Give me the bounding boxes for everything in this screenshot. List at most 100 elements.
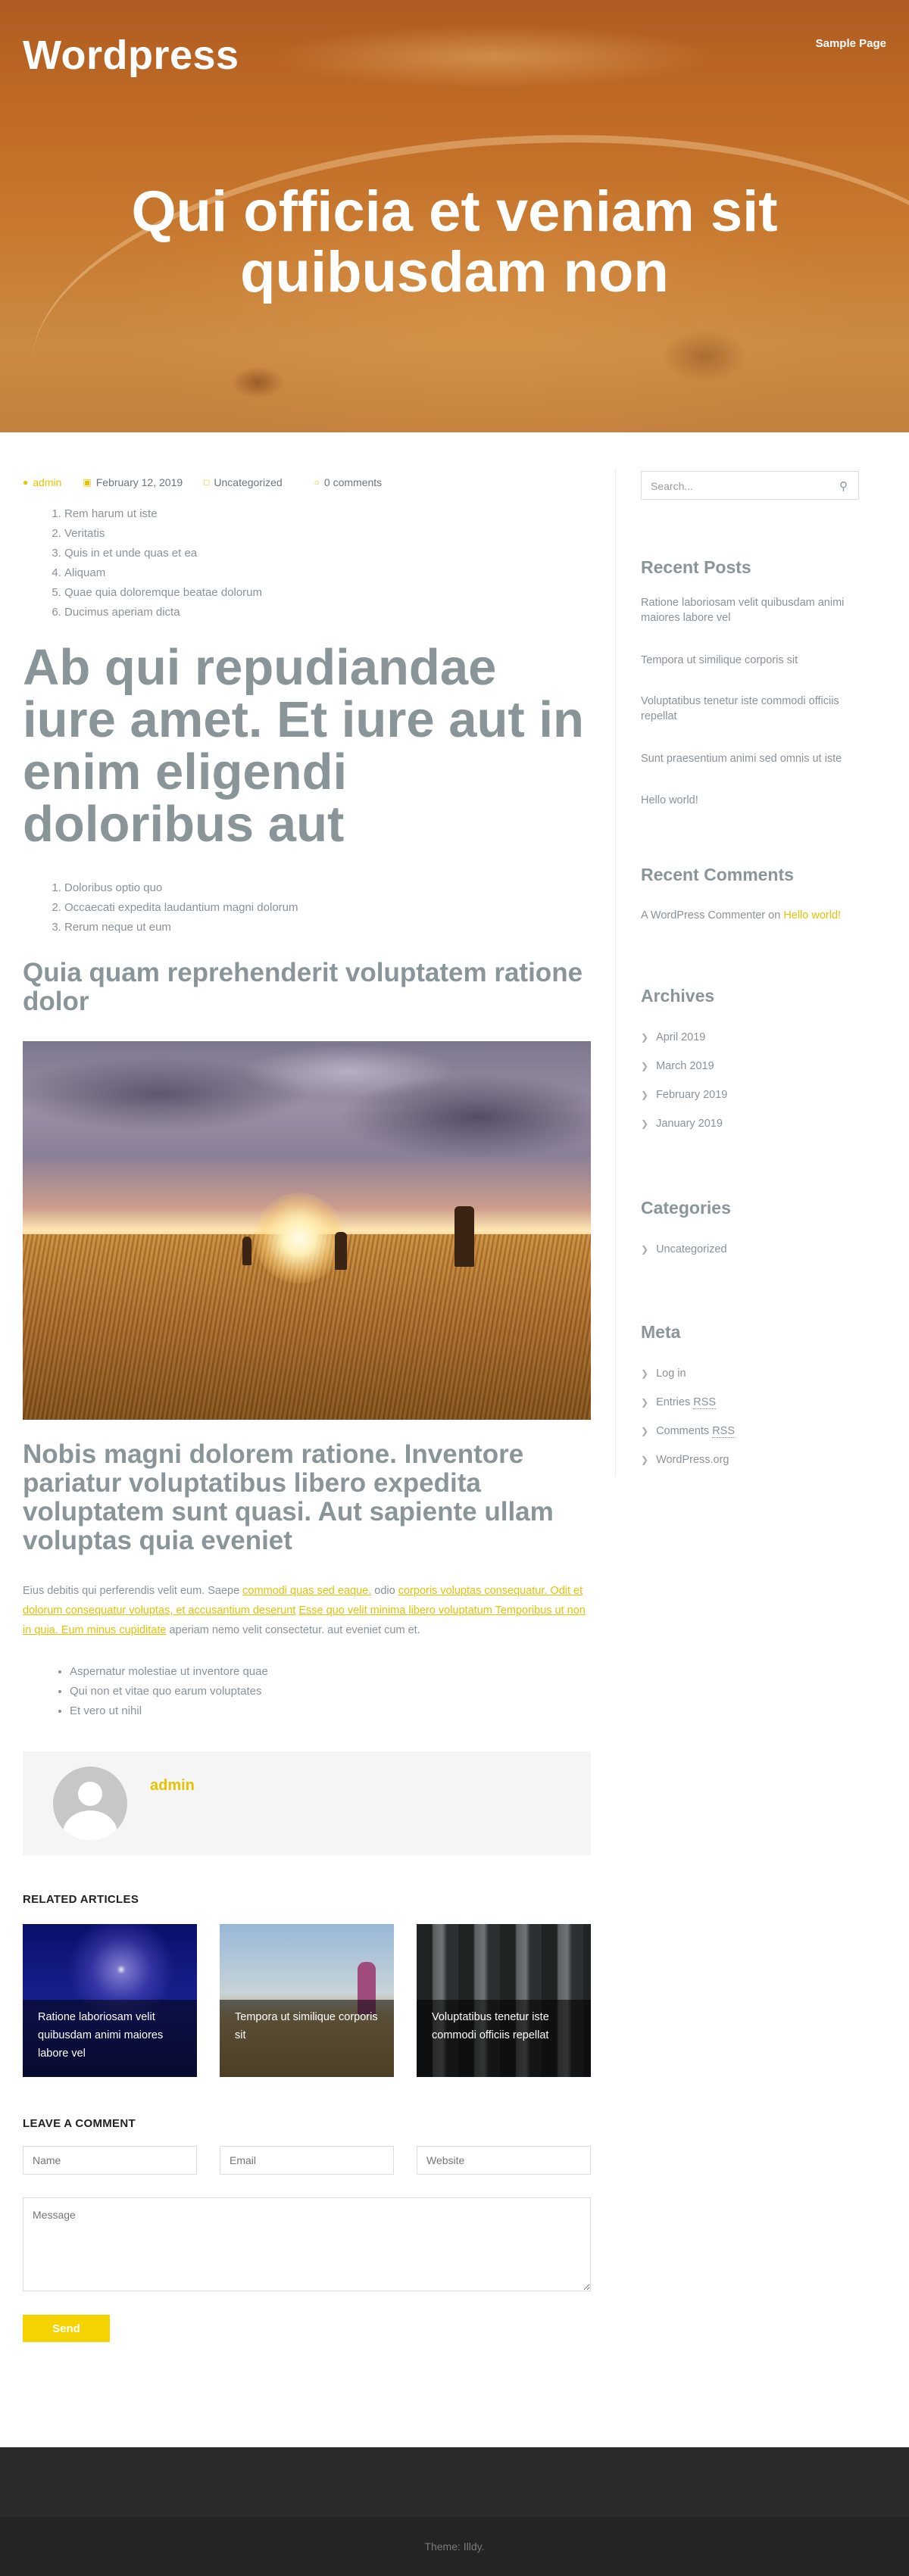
search-icon[interactable]: ⚲: [839, 479, 848, 493]
related-article-card[interactable]: Ratione laboriosam velit quibusdam animi…: [23, 1924, 197, 2077]
email-field[interactable]: [220, 2146, 394, 2175]
related-article-title[interactable]: Ratione laboriosam velit quibusdam animi…: [38, 2008, 189, 2063]
category-label[interactable]: Uncategorized: [656, 1243, 727, 1255]
archive-label[interactable]: January 2019: [656, 1118, 723, 1130]
meta-comments: ○ 0 comments: [314, 476, 383, 488]
archive-item[interactable]: ❯ April 2019: [641, 1031, 705, 1043]
photo-figure: [242, 1237, 251, 1265]
related-article-card[interactable]: Voluptatibus tenetur iste commodi offici…: [417, 1924, 591, 2077]
meta-item-login[interactable]: ❯ Log in: [641, 1368, 686, 1380]
meta-widget-title: Meta: [641, 1322, 681, 1342]
meta-category: □ Uncategorized: [204, 476, 283, 488]
chevron-right-icon: ❯: [641, 1368, 649, 1379]
meta-item-comments-rss[interactable]: ❯ Comments RSS: [641, 1425, 736, 1438]
recent-post-link[interactable]: Tempora ut similique corporis sit: [641, 653, 861, 668]
related-article-title[interactable]: Voluptatibus tenetur iste commodi offici…: [432, 2008, 583, 2044]
meta-item-wordpress-org[interactable]: ❯ WordPress.org: [641, 1454, 729, 1466]
chevron-right-icon: ❯: [641, 1426, 649, 1436]
comment-author: A WordPress Commenter: [641, 909, 766, 922]
content-heading-2: Quia quam reprehenderit voluptatem ratio…: [23, 958, 583, 1016]
recent-post-link[interactable]: Voluptatibus tenetur iste commodi offici…: [641, 694, 861, 724]
chevron-right-icon: ❯: [641, 1061, 649, 1071]
archive-item[interactable]: ❯ February 2019: [641, 1089, 727, 1101]
avatar-head: [78, 1782, 102, 1806]
list-item: Ducimus aperiam dicta: [64, 603, 262, 622]
post-meta: ● admin ▣ February 12, 2019 □ Uncategori…: [23, 476, 403, 488]
list-item: Et vero ut nihil: [70, 1701, 268, 1721]
list-item: Aliquam: [64, 563, 262, 583]
recent-comments-title: Recent Comments: [641, 865, 794, 884]
paragraph-text: odio: [371, 1585, 398, 1597]
rss-abbr[interactable]: RSS: [712, 1425, 736, 1438]
meta-author-link[interactable]: admin: [33, 476, 61, 488]
folder-icon: □: [204, 477, 210, 488]
comment-post-link[interactable]: Hello world!: [783, 909, 841, 922]
meta-wordpress-link[interactable]: WordPress.org: [656, 1454, 729, 1466]
hero-banner: Wordpress Sample Page Qui officia et ven…: [0, 0, 909, 586]
chevron-right-icon: ❯: [641, 1118, 649, 1129]
meta-item-entries-rss[interactable]: ❯ Entries RSS: [641, 1396, 717, 1409]
bullet-list: Aspernatur molestiae ut inventore quae Q…: [70, 1662, 268, 1721]
chevron-right-icon: ❯: [641, 1090, 649, 1100]
meta-comments-link[interactable]: Comments: [656, 1425, 712, 1437]
list-item: Doloribus optio quo: [64, 878, 298, 898]
ordered-list-1: Rem harum ut iste Veritatis Quis in et u…: [64, 504, 262, 622]
recent-post-link[interactable]: Hello world!: [641, 793, 861, 808]
paragraph-text: Eius debitis qui perferendis velit eum. …: [23, 1585, 243, 1597]
category-item[interactable]: ❯ Uncategorized: [641, 1243, 727, 1255]
author-box: admin: [23, 1751, 591, 1855]
photo-figure: [335, 1232, 347, 1270]
list-item: Rerum neque ut eum: [64, 918, 298, 937]
footer-widgets-area: [0, 2447, 909, 2517]
avatar-shoulders: [63, 1810, 117, 1841]
recent-posts-title: Recent Posts: [641, 557, 751, 577]
search-placeholder: Search...: [651, 480, 694, 492]
post-image-field-sunset: [23, 1041, 591, 1420]
meta-entries-link[interactable]: Entries: [656, 1396, 693, 1408]
site-title[interactable]: Wordpress: [23, 32, 239, 79]
meta-author: ● admin: [23, 476, 61, 488]
rss-abbr[interactable]: RSS: [693, 1396, 717, 1409]
message-field[interactable]: [23, 2197, 591, 2291]
author-name-link[interactable]: admin: [150, 1777, 195, 1795]
recent-post-link[interactable]: Ratione laboriosam velit quibusdam animi…: [641, 595, 861, 625]
related-article-card[interactable]: Tempora ut similique corporis sit: [220, 1924, 394, 2077]
name-field[interactable]: [23, 2146, 197, 2175]
list-item: Quae quia doloremque beatae dolorum: [64, 583, 262, 603]
chevron-right-icon: ❯: [641, 1455, 649, 1465]
meta-comments-link[interactable]: 0 comments: [324, 476, 382, 488]
categories-title: Categories: [641, 1198, 731, 1218]
archive-label[interactable]: March 2019: [656, 1060, 714, 1072]
chevron-right-icon: ❯: [641, 1397, 649, 1408]
website-field[interactable]: [417, 2146, 591, 2175]
list-item: Occaecati expedita laudantium magni dolo…: [64, 898, 298, 918]
meta-category-link[interactable]: Uncategorized: [214, 476, 282, 488]
list-item: Veritatis: [64, 524, 262, 544]
photo-figure: [454, 1206, 474, 1267]
list-item: Qui non et vitae quo earum voluptates: [70, 1682, 268, 1701]
send-button[interactable]: Send: [23, 2315, 110, 2342]
archive-label[interactable]: April 2019: [656, 1031, 705, 1043]
nav-link-sample-page[interactable]: Sample Page: [816, 37, 886, 50]
avatar: [53, 1767, 127, 1841]
archive-label[interactable]: February 2019: [656, 1089, 727, 1101]
search-input[interactable]: Search... ⚲: [641, 471, 859, 500]
related-article-title[interactable]: Tempora ut similique corporis sit: [235, 2008, 386, 2044]
content-paragraph: Eius debitis qui perferendis velit eum. …: [23, 1581, 591, 1640]
ordered-list-2: Doloribus optio quo Occaecati expedita l…: [64, 878, 298, 937]
post-title: Qui officia et veniam sit quibusdam non: [131, 179, 778, 304]
user-icon: ●: [23, 477, 29, 488]
list-item: Quis in et unde quas et ea: [64, 544, 262, 563]
archives-title: Archives: [641, 986, 715, 1006]
meta-login-link[interactable]: Log in: [656, 1368, 686, 1380]
recent-post-link[interactable]: Sunt praesentium animi sed omnis ut iste: [641, 751, 861, 766]
content-heading-1: Ab qui repudiandae iure amet. Et iure au…: [23, 639, 584, 853]
recent-comment: A WordPress Commenter on Hello world!: [641, 909, 841, 922]
paragraph-link[interactable]: commodi quas sed eaque.: [242, 1585, 371, 1597]
comment-icon: ○: [314, 477, 320, 488]
archive-item[interactable]: ❯ January 2019: [641, 1118, 723, 1130]
paragraph-text: aperiam nemo velit consectetur. aut even…: [166, 1624, 420, 1636]
content-heading-3: Nobis magni dolorem ratione. Inventore p…: [23, 1439, 554, 1555]
archive-item[interactable]: ❯ March 2019: [641, 1060, 714, 1072]
calendar-icon: ▣: [83, 477, 92, 488]
